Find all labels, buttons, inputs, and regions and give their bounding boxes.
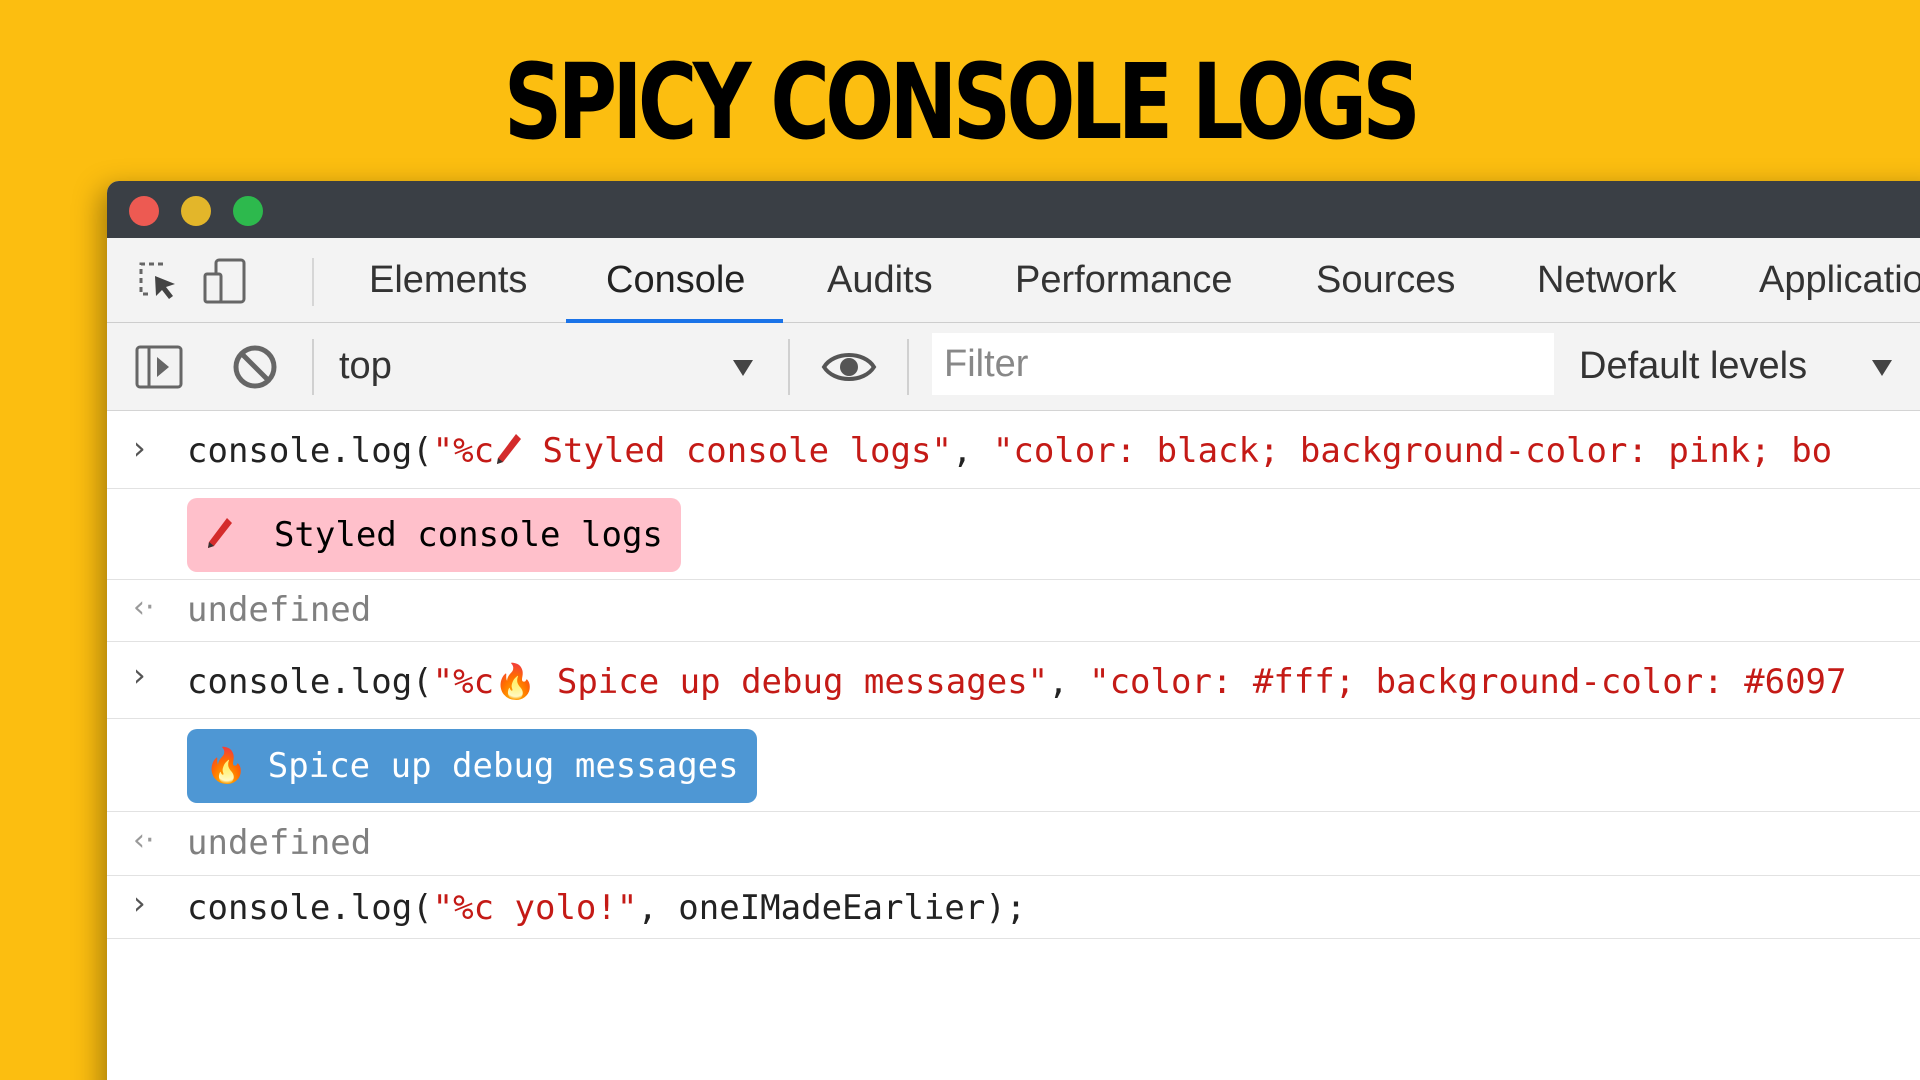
- console-toolbar: top Default levels: [107, 323, 1920, 411]
- tab-application[interactable]: Applicatio: [1759, 238, 1920, 322]
- live-expression-eye-icon[interactable]: [820, 341, 878, 393]
- close-window-button[interactable]: [129, 196, 159, 226]
- log-levels-select[interactable]: Default levels: [1579, 323, 1807, 410]
- console-input-row: › console.log("%c Styled console logs", …: [107, 411, 1920, 489]
- inspect-element-icon[interactable]: [133, 256, 183, 306]
- console-log-row: Styled console logs: [107, 489, 1920, 580]
- result-value: undefined: [187, 590, 372, 630]
- filter-input[interactable]: [932, 333, 1554, 395]
- styled-log-badge: 🔥 Spice up debug messages: [187, 729, 757, 803]
- minimize-window-button[interactable]: [181, 196, 211, 226]
- context-dropdown-icon[interactable]: [733, 360, 753, 376]
- devtools-window: Elements Console Audits Performance Sour…: [107, 181, 1920, 1080]
- console-log-row: 🔥 Spice up debug messages: [107, 719, 1920, 812]
- levels-dropdown-icon[interactable]: [1872, 360, 1892, 376]
- console-input-row: › console.log("%c🔥 Spice up debug messag…: [107, 642, 1920, 719]
- console-result-row: ‹· undefined: [107, 812, 1920, 876]
- tab-network[interactable]: Network: [1537, 238, 1676, 322]
- input-prompt-icon: ›: [133, 884, 146, 922]
- pencil-emoji-icon: [208, 518, 232, 548]
- result-value: undefined: [187, 823, 372, 863]
- show-sidebar-icon[interactable]: [133, 341, 185, 393]
- toolbar-divider: [907, 339, 909, 395]
- maximize-window-button[interactable]: [233, 196, 263, 226]
- tab-performance[interactable]: Performance: [1015, 238, 1233, 322]
- tab-elements[interactable]: Elements: [369, 238, 527, 322]
- styled-log-badge: Styled console logs: [187, 498, 681, 572]
- pencil-emoji-icon: [497, 434, 522, 464]
- console-command[interactable]: console.log("%c yolo!", oneIMadeEarlier)…: [187, 888, 1026, 928]
- devtools-tab-bar: Elements Console Audits Performance Sour…: [107, 238, 1920, 323]
- tab-bar-divider: [312, 258, 314, 306]
- console-result-row: ‹· undefined: [107, 580, 1920, 642]
- input-prompt-icon: ›: [133, 429, 146, 467]
- result-arrow-icon: ‹·: [133, 823, 155, 858]
- device-toolbar-icon[interactable]: [201, 256, 251, 306]
- console-command: console.log("%c Styled console logs", "c…: [187, 431, 1833, 471]
- clear-console-icon[interactable]: [229, 341, 281, 393]
- console-output: › console.log("%c Styled console logs", …: [107, 411, 1920, 939]
- page-headline: SPICY CONSOLE LOGS: [503, 41, 1421, 163]
- toolbar-divider: [312, 339, 314, 395]
- tab-sources[interactable]: Sources: [1316, 238, 1455, 322]
- result-arrow-icon: ‹·: [133, 590, 155, 625]
- console-command: console.log("%c🔥 Spice up debug messages…: [187, 662, 1847, 702]
- input-prompt-icon: ›: [133, 656, 146, 694]
- window-titlebar: [107, 181, 1920, 238]
- console-input-row[interactable]: › console.log("%c yolo!", oneIMadeEarlie…: [107, 876, 1920, 939]
- tab-console[interactable]: Console: [565, 238, 784, 323]
- execution-context-select[interactable]: top: [339, 323, 392, 410]
- toolbar-divider: [788, 339, 790, 395]
- tab-audits[interactable]: Audits: [827, 238, 933, 322]
